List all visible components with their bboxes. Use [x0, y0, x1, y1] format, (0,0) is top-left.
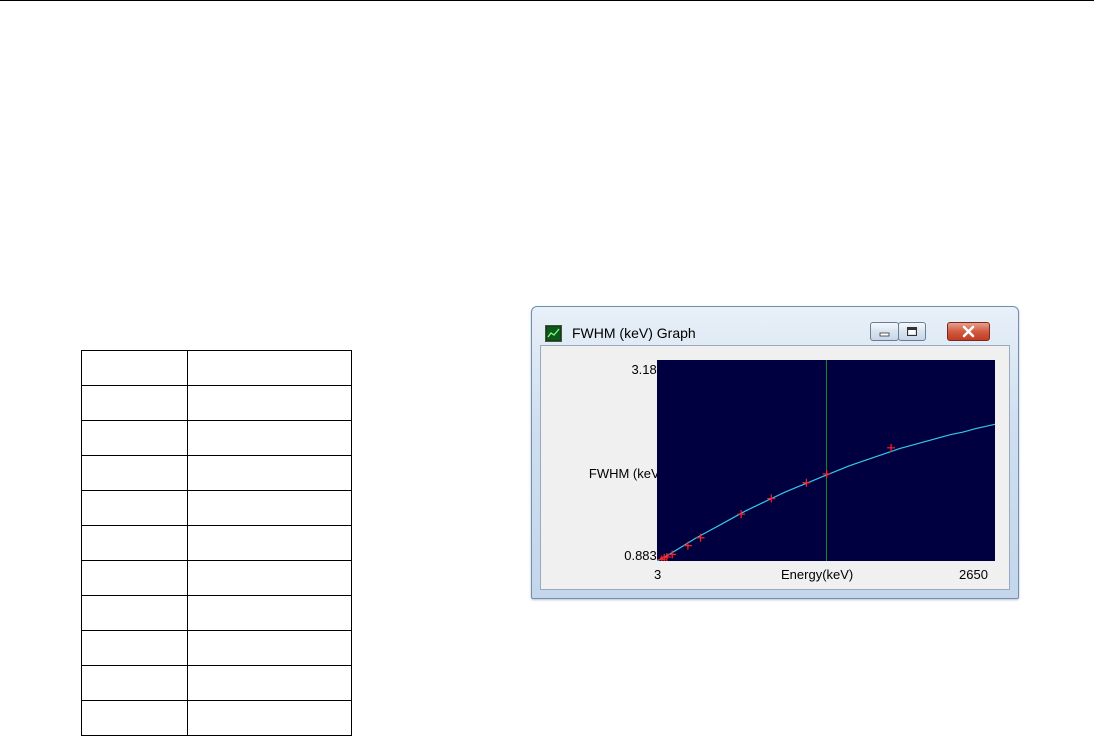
table-row: [81, 560, 352, 596]
table-row: [81, 595, 352, 631]
table-cell: [81, 420, 188, 456]
plot-area[interactable]: [657, 360, 995, 561]
table-cell: [187, 490, 352, 526]
table-row: [81, 665, 352, 701]
table-row: [81, 455, 352, 491]
table-cell: [81, 595, 188, 631]
x-axis-title: Energy(keV): [781, 567, 854, 582]
table-cell: [81, 350, 188, 386]
empty-table: [81, 350, 352, 736]
table-row: [81, 630, 352, 666]
table-row: [81, 700, 352, 736]
table-row: [81, 525, 352, 561]
table-cell: [187, 560, 352, 596]
table-cell: [81, 455, 188, 491]
close-button[interactable]: [947, 322, 990, 341]
minimize-icon: [879, 332, 890, 337]
table-cell: [187, 455, 352, 491]
calibration-point-marker: [696, 533, 705, 542]
page-top-rule: [0, 0, 1094, 1]
window-title: FWHM (keV) Graph: [572, 325, 696, 341]
plot-svg: [657, 360, 995, 561]
y-axis-title: FWHM (keV): [588, 466, 664, 481]
table-cell: [187, 700, 352, 736]
table-cell: [187, 350, 352, 386]
minimize-button[interactable]: [870, 322, 899, 341]
table-row: [81, 350, 352, 386]
table-row: [81, 490, 352, 526]
table-cell: [187, 525, 352, 561]
table-cell: [187, 595, 352, 631]
graph-icon: [545, 325, 562, 342]
table-cell: [187, 420, 352, 456]
table-cell: [187, 630, 352, 666]
table-cell: [81, 630, 188, 666]
table-cell: [81, 665, 188, 701]
calibration-point-marker: [767, 494, 776, 503]
table-cell: [187, 385, 352, 421]
x-axis-max-label: 2650: [959, 567, 988, 582]
table-cell: [81, 700, 188, 736]
maximize-button[interactable]: [898, 322, 926, 341]
table-row: [81, 420, 352, 456]
table-cell: [81, 490, 188, 526]
table-cell: [81, 385, 188, 421]
calibration-point-marker: [822, 470, 831, 479]
table-cell: [81, 560, 188, 596]
graph-client-area: 3.186 FWHM (keV) 0.8837 3 Energy(keV) 26…: [540, 345, 1010, 590]
calibration-point-marker: [683, 541, 692, 550]
title-bar[interactable]: FWHM (keV) Graph: [532, 307, 1018, 345]
fwhm-graph-window[interactable]: FWHM (keV) Graph 3.186 FWHM (keV) 0.8837…: [531, 306, 1019, 599]
x-axis-min-label: 3: [654, 567, 662, 582]
maximize-icon: [907, 327, 917, 336]
table-cell: [81, 525, 188, 561]
table-row: [81, 385, 352, 421]
close-icon: [962, 325, 975, 338]
calibration-point-marker: [802, 478, 811, 487]
table-cell: [187, 665, 352, 701]
